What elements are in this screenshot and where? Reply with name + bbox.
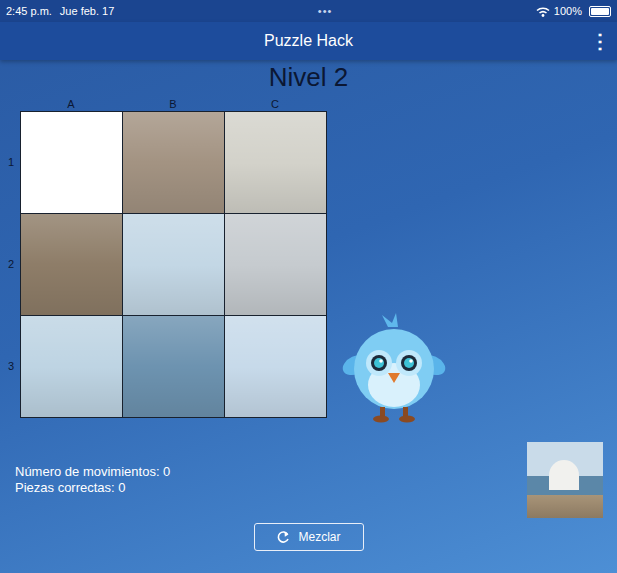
- menu-button[interactable]: ⋮: [590, 31, 610, 51]
- puzzle-tile[interactable]: [224, 213, 327, 316]
- clock: 2:45 p.m.: [6, 3, 52, 20]
- row-label: 3: [2, 315, 20, 417]
- mascot: [338, 313, 450, 425]
- preview-image: [527, 442, 603, 518]
- tile-fill: [225, 214, 326, 315]
- status-left: 2:45 p.m. Jue feb. 17: [6, 3, 114, 20]
- tile-fill: [21, 214, 122, 315]
- puzzle-tile[interactable]: [122, 111, 225, 214]
- tile-fill: [123, 112, 224, 213]
- nav-menu-wrap: ⋮: [583, 31, 617, 51]
- tile-fill: [225, 112, 326, 213]
- battery-icon: [589, 6, 611, 17]
- shuffle-label: Mezclar: [298, 528, 340, 546]
- puzzle-tile[interactable]: [20, 213, 123, 316]
- row-label: 2: [2, 213, 20, 315]
- button-row: Mezclar: [0, 523, 617, 551]
- app-title: Puzzle Hack: [34, 29, 583, 53]
- tile-fill: [225, 316, 326, 417]
- bird-icon: [338, 313, 450, 425]
- status-right: 100%: [536, 3, 611, 20]
- status-bar: 2:45 p.m. Jue feb. 17 ••• 100%: [0, 0, 617, 22]
- puzzle-tile[interactable]: [122, 213, 225, 316]
- column-label: B: [122, 97, 224, 111]
- battery-fill: [591, 8, 609, 15]
- puzzle-tile[interactable]: [20, 315, 123, 418]
- tile-fill: [21, 316, 122, 417]
- stat-line: Número de movimientos: 0: [15, 464, 170, 480]
- info-row: Número de movimientos: 0Piezas correctas…: [0, 442, 617, 518]
- column-label: A: [20, 97, 122, 111]
- row-label: 1: [2, 111, 20, 213]
- shuffle-button[interactable]: Mezclar: [254, 523, 364, 551]
- battery-text: 100%: [554, 3, 582, 20]
- puzzle-tile[interactable]: [122, 315, 225, 418]
- puzzle-tile[interactable]: [20, 111, 123, 214]
- level-title: Nivel 2: [0, 60, 617, 93]
- puzzle-tile[interactable]: [224, 111, 327, 214]
- multitask-handle[interactable]: •••: [318, 3, 333, 20]
- board-row: ABC 123: [0, 97, 617, 417]
- stats: Número de movimientos: 0Piezas correctas…: [0, 464, 170, 496]
- tile-fill: [123, 316, 224, 417]
- refresh-icon: [276, 530, 290, 544]
- wifi-icon: [536, 6, 550, 17]
- tile-fill: [21, 112, 122, 213]
- puzzle-board: ABC 123: [2, 97, 326, 417]
- date: Jue feb. 17: [60, 3, 114, 20]
- stat-line: Piezas correctas: 0: [15, 480, 170, 496]
- column-label: C: [224, 97, 326, 111]
- tile-fill: [123, 214, 224, 315]
- puzzle-tile[interactable]: [224, 315, 327, 418]
- navbar: Puzzle Hack ⋮: [0, 22, 617, 60]
- board-corner: [2, 97, 20, 111]
